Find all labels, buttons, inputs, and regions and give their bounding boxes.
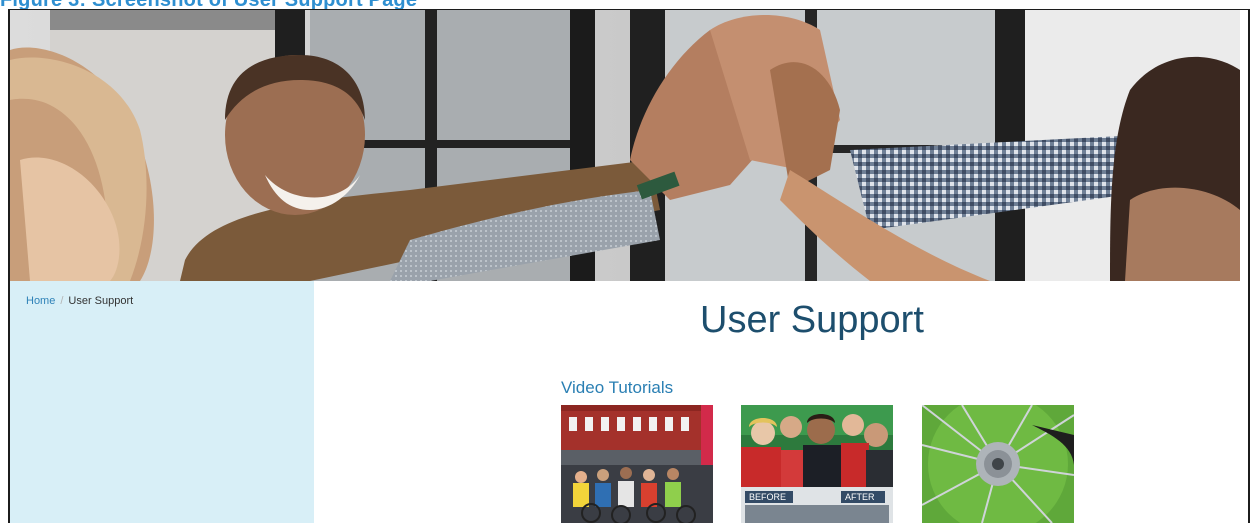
breadcrumb: Home / User Support — [26, 295, 133, 307]
page-title: User Support — [700, 299, 924, 341]
video-tutorials-heading: Video Tutorials — [561, 378, 674, 397]
team-high-five-photo — [10, 10, 1240, 281]
top-caption-strip: Figure 3: Screenshot of User Support Pag… — [0, 0, 1252, 9]
figure-caption: Figure 3: Screenshot of User Support Pag… — [0, 0, 417, 9]
video-thumbnail-group[interactable]: BEFORE AFTER — [741, 405, 893, 523]
bicycle-wheel-hub-photo — [922, 405, 1074, 523]
cyclists-on-street-photo — [561, 405, 713, 523]
sign-after-label: AFTER — [845, 492, 875, 502]
video-thumbnail-cyclists[interactable] — [561, 405, 713, 523]
group-before-after-photo: BEFORE AFTER — [741, 405, 893, 523]
breadcrumb-home-link[interactable]: Home — [26, 295, 55, 307]
video-thumbnail-wheel[interactable] — [922, 405, 1074, 523]
sign-before-label: BEFORE — [749, 492, 786, 502]
hero-banner — [10, 10, 1240, 281]
breadcrumb-separator: / — [60, 295, 64, 307]
page-frame: Figure 3: Screenshot of User Support Pag… — [0, 0, 1252, 523]
breadcrumb-current: User Support — [68, 295, 134, 307]
left-sidebar — [10, 281, 314, 523]
